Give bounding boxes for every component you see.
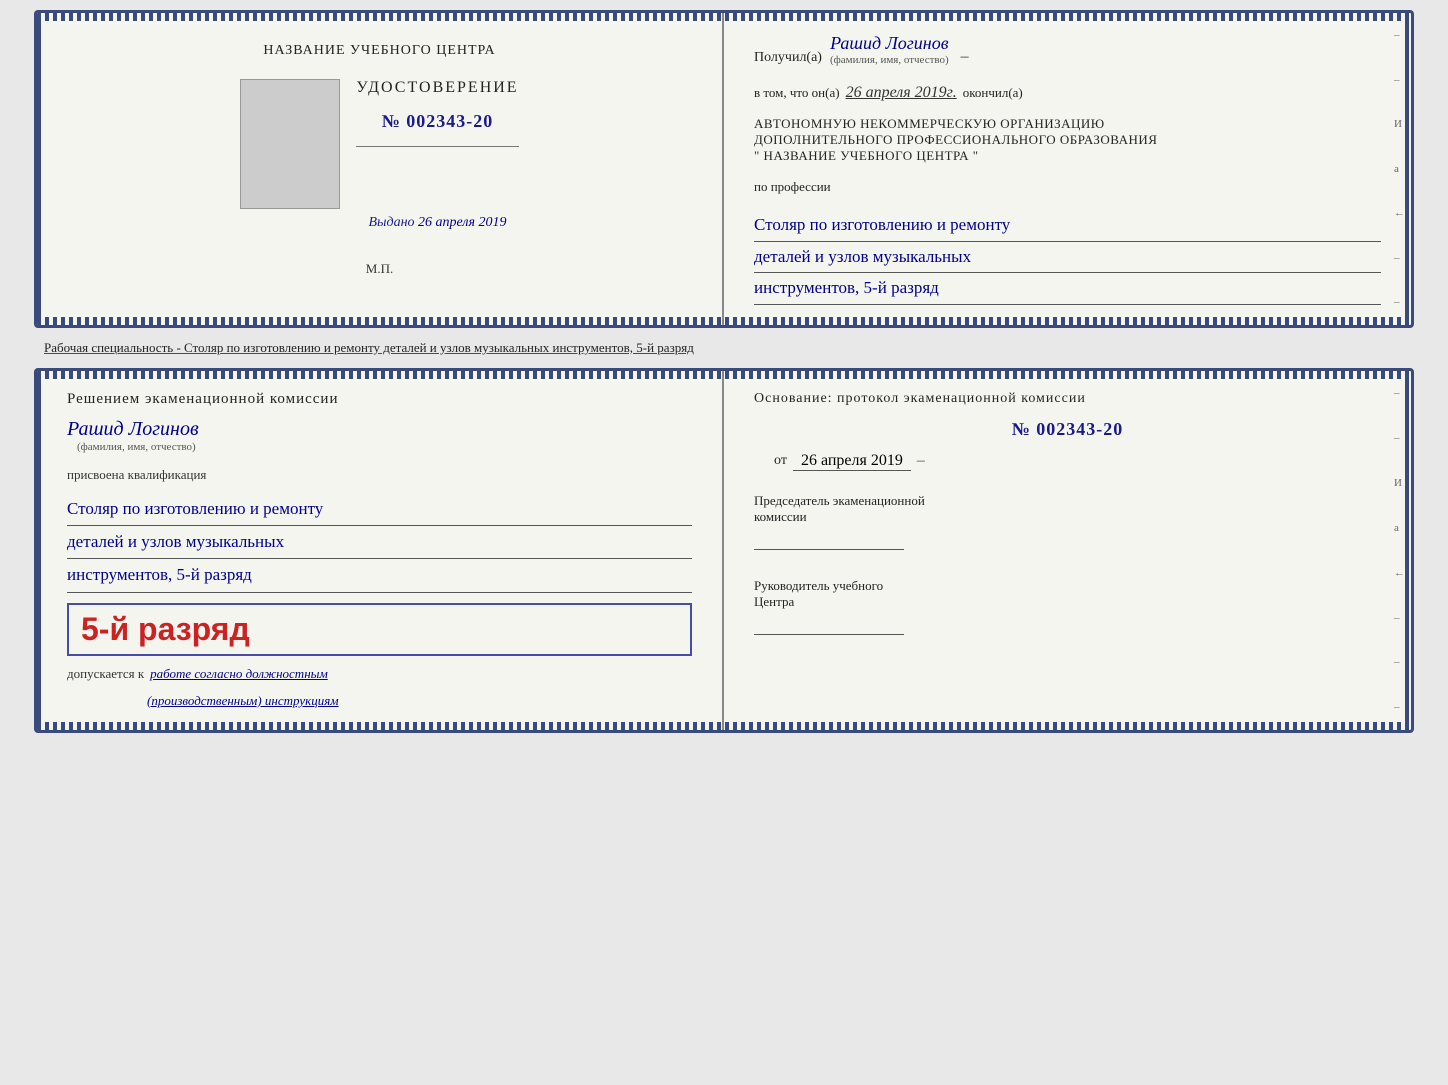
org-block: АВТОНОМНУЮ НЕКОММЕРЧЕСКУЮ ОРГАНИЗАЦИЮ ДО… (754, 116, 1381, 164)
commission-text: Решением экаменационной комиссии (67, 391, 692, 408)
completed-label: окончил(а) (963, 85, 1023, 101)
допускается-row2: (производственным) инструкциям (147, 692, 692, 710)
training-center-title: НАЗВАНИЕ УЧЕБНОГО ЦЕНТРА (263, 43, 495, 59)
basis-text: Основание: протокол экаменационной комис… (754, 391, 1381, 407)
chairman-line1: Председатель экаменационной (754, 493, 1381, 509)
director-line1: Руководитель учебного (754, 578, 1381, 594)
fio-subtext2: (фамилия, имя, отчество) (77, 441, 196, 453)
qual-line2: деталей и узлов музыкальных (67, 526, 692, 559)
issued-line: Выдано 26 апреля 2019 (368, 215, 506, 231)
dash2: – (917, 452, 925, 470)
допускается-row: допускается к работе согласно должностны… (67, 666, 692, 682)
cert-number: № 002343-20 (382, 111, 494, 132)
bottom-document: Решением экаменационной комиссии Рашид Л… (34, 368, 1414, 733)
doc2-left: Решением экаменационной комиссии Рашид Л… (37, 371, 724, 730)
qual-line3: инструментов, 5-й разряд (67, 559, 692, 592)
left-center-block: УДОСТОВЕРЕНИЕ № 002343-20 Выдано 26 апре… (240, 79, 518, 231)
from-label: от (774, 453, 787, 469)
profession-line2: деталей и узлов музыкальных (754, 242, 1381, 274)
from-date: 26 апреля 2019 (793, 452, 911, 471)
допускается-label: допускается к (67, 666, 144, 682)
допускается-value: работе согласно должностным (150, 666, 328, 682)
profession-line1: Столяр по изготовлению и ремонту (754, 210, 1381, 242)
org-line2: ДОПОЛНИТЕЛЬНОГО ПРОФЕССИОНАЛЬНОГО ОБРАЗО… (754, 132, 1381, 148)
issued-date: 26 апреля 2019 (418, 215, 506, 230)
qualification-block: Столяр по изготовлению и ремонту деталей… (67, 493, 692, 593)
rank-box: 5-й разряд (67, 603, 692, 656)
protocol-number: № 002343-20 (754, 419, 1381, 440)
person-name: Рашид Логинов (67, 418, 199, 441)
допускается-value2: (производственным) инструкциям (147, 693, 339, 708)
recipient-row: Получил(а) Рашид Логинов (фамилия, имя, … (754, 33, 1381, 66)
doc2-right: Основание: протокол экаменационной комис… (724, 371, 1411, 730)
recipient-name-block: Рашид Логинов (фамилия, имя, отчество) (830, 33, 949, 66)
fio-subtext: (фамилия, имя, отчество) (830, 54, 949, 66)
dash1: – (961, 48, 969, 66)
issued-label: Выдано (368, 215, 414, 230)
person-block: Рашид Логинов (фамилия, имя, отчество) (67, 418, 692, 453)
completion-date: 26 апреля 2019г. (846, 84, 957, 102)
director-sig-line (754, 615, 904, 635)
director-block: Руководитель учебного Центра (754, 578, 1381, 635)
in-that-label: в том, что он(а) (754, 85, 840, 101)
qual-line1: Столяр по изготовлению и ремонту (67, 493, 692, 526)
profession-line3: инструментов, 5-й разряд (754, 273, 1381, 305)
profession-label: по профессии (754, 178, 1381, 196)
specialty-label: Рабочая специальность - Столяр по изгото… (34, 336, 1414, 360)
chairman-block: Председатель экаменационной комиссии (754, 493, 1381, 550)
dated-row: в том, что он(а) 26 апреля 2019г. окончи… (754, 84, 1381, 102)
org-line1: АВТОНОМНУЮ НЕКОММЕРЧЕСКУЮ ОРГАНИЗАЦИЮ (754, 116, 1381, 132)
org-line3: " НАЗВАНИЕ УЧЕБНОГО ЦЕНТРА " (754, 148, 1381, 164)
side-marks2: – – И а ← – – – (1394, 371, 1405, 730)
doc1-right: Получил(а) Рашид Логинов (фамилия, имя, … (724, 13, 1411, 325)
doc1-left: НАЗВАНИЕ УЧЕБНОГО ЦЕНТРА УДОСТОВЕРЕНИЕ №… (37, 13, 724, 325)
director-line2: Центра (754, 594, 1381, 610)
rank-text: 5-й разряд (81, 611, 250, 647)
received-label: Получил(а) (754, 50, 822, 66)
qualification-label: присвоена квалификация (67, 467, 692, 483)
mp-line: М.П. (366, 261, 393, 277)
side-marks: – – И а ← – – (1394, 13, 1405, 325)
photo-placeholder (240, 79, 340, 209)
chairman-sig-line (754, 530, 904, 550)
left-text-block: УДОСТОВЕРЕНИЕ № 002343-20 Выдано 26 апре… (356, 79, 518, 231)
recipient-name: Рашид Логинов (830, 33, 948, 54)
from-row: от 26 апреля 2019 – (774, 452, 1381, 471)
cert-title: УДОСТОВЕРЕНИЕ (356, 79, 518, 97)
chairman-line2: комиссии (754, 509, 1381, 525)
top-document: НАЗВАНИЕ УЧЕБНОГО ЦЕНТРА УДОСТОВЕРЕНИЕ №… (34, 10, 1414, 328)
profession-block: Столяр по изготовлению и ремонту деталей… (754, 210, 1381, 305)
